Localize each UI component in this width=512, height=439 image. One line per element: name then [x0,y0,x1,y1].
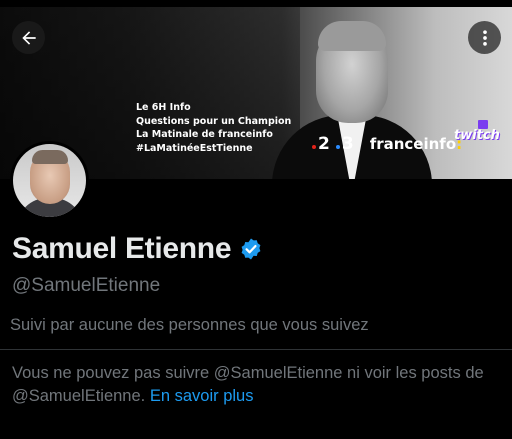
more-vertical-icon [482,29,487,46]
franceinfo-logo: franceinfo: [369,135,463,153]
learn-more-link[interactable]: En savoir plus [150,387,254,405]
status-area [0,0,512,7]
name-row: Samuel Etienne [12,232,263,266]
banner-line: #LaMatinéeEstTienne [136,142,253,154]
verified-badge-icon[interactable] [239,237,263,261]
banner-line: Le 6H Info [136,102,191,113]
banner-line: Questions pour un Champion [136,115,292,127]
profile-avatar[interactable] [10,141,89,220]
banner-text: Le 6H Info Questions pour un Champion La… [136,101,291,155]
banner-line: La Matinale de franceinfo [136,129,273,140]
back-button[interactable] [12,21,45,54]
avatar-image [13,144,86,217]
followed-by-text: Suivi par aucune des personnes que vous … [10,316,369,334]
profile-handle: @SamuelEtienne [12,275,161,296]
france3-logo: 3 [335,134,354,154]
divider [0,349,512,350]
banner-person-hair [318,21,386,51]
arrow-left-icon [21,30,36,45]
display-name: Samuel Etienne [12,232,232,265]
blocked-notice: Vous ne pouvez pas suivre @SamuelEtienne… [12,362,502,408]
france2-logo: 2 [312,134,330,154]
more-options-button[interactable] [468,21,501,54]
banner-logos: 2 3 franceinfo: twitch [312,120,500,154]
twitch-logo: twitch [454,128,500,143]
